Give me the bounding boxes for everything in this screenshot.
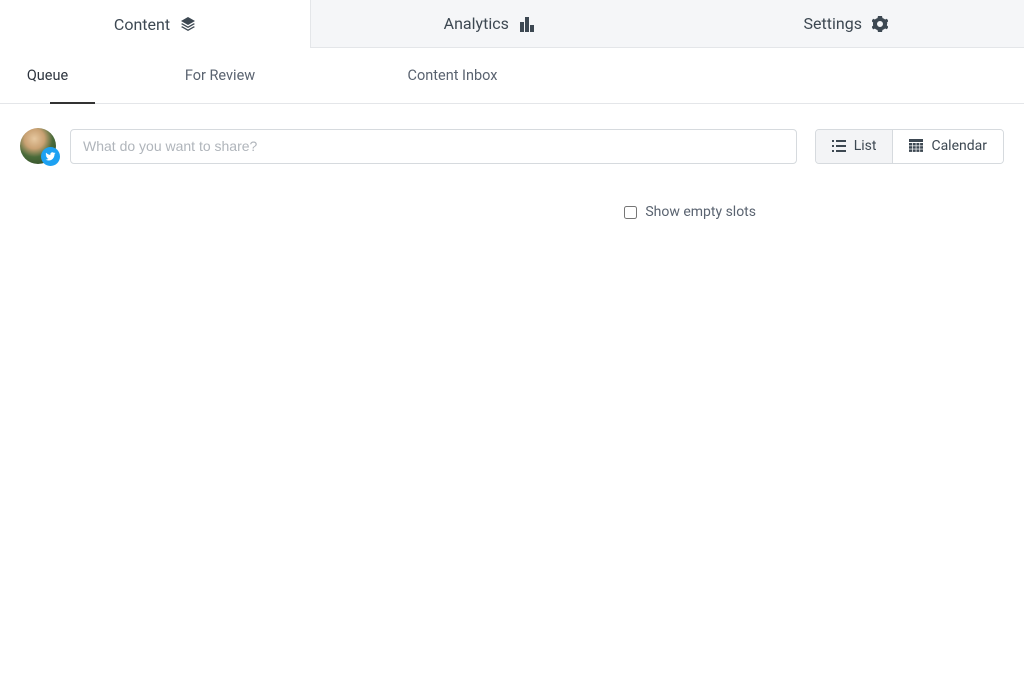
view-toggle: List Calendar [815,129,1004,164]
tab-settings[interactable]: Settings [668,0,1024,48]
view-list-button[interactable]: List [816,130,893,163]
options-row: Show empty slots [20,204,1004,220]
show-empty-slots-label[interactable]: Show empty slots [645,204,756,220]
subtab-queue-label: Queue [27,67,68,84]
content-area: List Calendar Show empty slots [0,104,1024,220]
layers-icon [180,16,196,32]
gear-icon [872,16,888,32]
twitter-badge [41,147,60,166]
list-icon [832,139,846,153]
composer-row: List Calendar [20,128,1004,164]
view-calendar-label: Calendar [931,138,987,154]
show-empty-slots-checkbox[interactable] [624,206,637,219]
subtab-inbox[interactable]: Content Inbox [345,48,560,103]
subtab-review-label: For Review [185,67,255,84]
main-tabs: Content Analytics Settings [0,0,1024,48]
composer-input[interactable] [70,129,797,164]
calendar-icon [909,139,923,153]
tab-content-label: Content [114,15,170,34]
tab-settings-label: Settings [804,14,862,33]
view-list-label: List [854,138,877,154]
subtab-inbox-label: Content Inbox [408,67,498,84]
sub-tabs: Queue For Review Content Inbox [0,48,1024,104]
view-calendar-button[interactable]: Calendar [892,130,1003,163]
subtab-review[interactable]: For Review [95,48,345,103]
tab-analytics-label: Analytics [444,14,509,33]
tab-content[interactable]: Content [0,0,310,48]
avatar-wrap[interactable] [20,128,56,164]
twitter-icon [45,151,56,162]
subtab-queue[interactable]: Queue [0,48,95,103]
bar-chart-icon [519,16,535,32]
tab-analytics[interactable]: Analytics [310,0,668,48]
